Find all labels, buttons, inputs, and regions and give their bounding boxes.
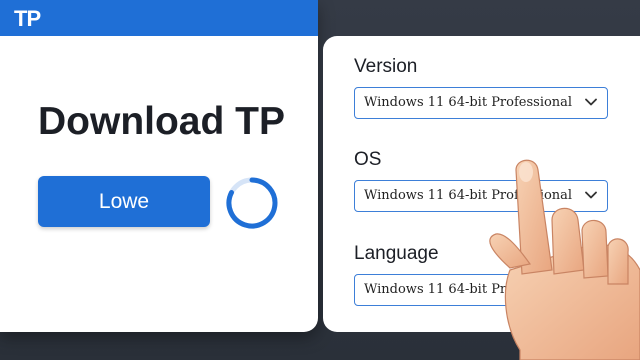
chevron-down-icon — [585, 191, 597, 199]
version-select[interactable]: Windows 11 64-bit Professional — [354, 87, 608, 119]
language-label: Language — [354, 243, 439, 264]
version-select-value: Windows 11 64-bit Professional — [364, 95, 573, 110]
loading-spinner-icon — [226, 177, 278, 229]
scene: TP Download TP Lowe Version Windows 11 6… — [0, 0, 640, 360]
options-panel: Version Windows 11 64-bit Professional O… — [323, 36, 640, 332]
os-select[interactable]: Windows 11 64-bit Professional — [354, 180, 608, 212]
language-select-value: Windows 11 64-bit Professional — [364, 282, 573, 297]
version-label: Version — [354, 56, 418, 77]
os-label: OS — [354, 149, 382, 170]
chevron-down-icon — [585, 285, 597, 293]
chevron-down-icon — [585, 98, 597, 106]
download-panel: TP Download TP Lowe — [0, 0, 318, 332]
download-button[interactable]: Lowe — [38, 176, 210, 227]
page-title: Download TP — [38, 100, 285, 143]
app-logo[interactable]: TP — [14, 6, 41, 32]
language-select[interactable]: Windows 11 64-bit Professional — [354, 274, 608, 306]
os-select-value: Windows 11 64-bit Professional — [364, 188, 573, 203]
header-bar: TP — [0, 0, 318, 36]
